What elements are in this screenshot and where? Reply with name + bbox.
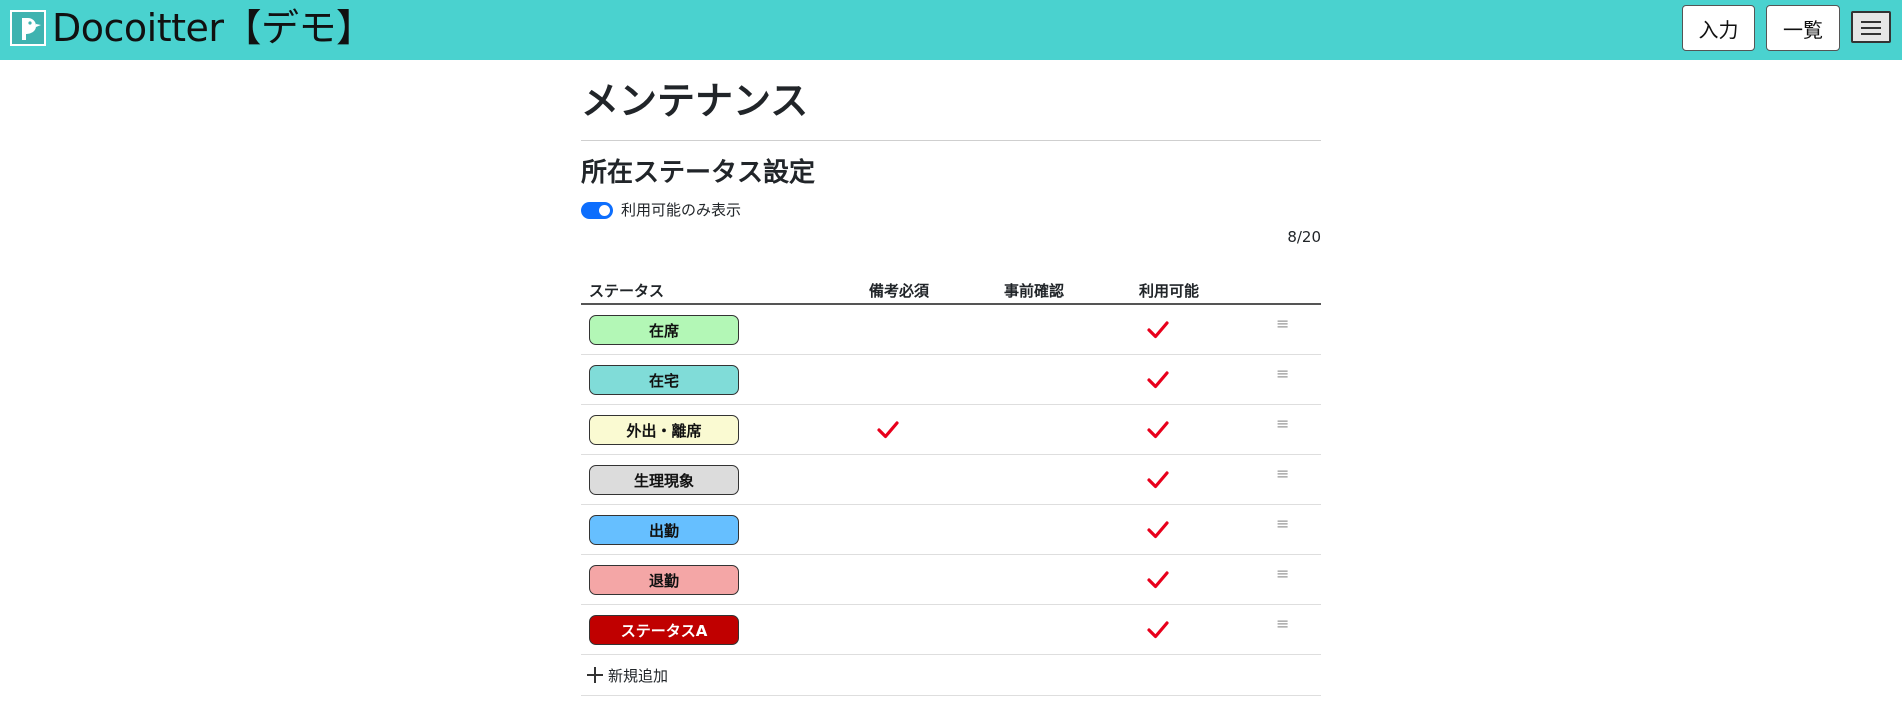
status-pill[interactable]: 在席 — [589, 315, 739, 345]
drag-handle-icon[interactable]: ≡ — [1276, 566, 1289, 582]
available-check-icon[interactable] — [1147, 619, 1169, 641]
divider — [581, 140, 1321, 141]
brand[interactable]: Docoitter【デモ】 — [10, 8, 374, 48]
status-pill[interactable]: 在宅 — [589, 365, 739, 395]
status-count: 8/20 — [1287, 228, 1321, 246]
drag-handle-icon[interactable]: ≡ — [1276, 516, 1289, 532]
plus-icon — [587, 667, 603, 683]
table-row: 生理現象 ≡ — [581, 455, 1321, 505]
remarks-required-check-icon[interactable] — [877, 419, 899, 441]
top-navbar: Docoitter【デモ】 入力 一覧 — [0, 0, 1902, 60]
add-new-label: 新規追加 — [608, 667, 669, 685]
table-row: ステータスA ≡ — [581, 605, 1321, 655]
brand-title: Docoitter【デモ】 — [52, 6, 374, 50]
status-table-body: 在席 ≡ 在宅 ≡ 外出・離席 ≡ 生理現象 ≡ 出勤 ≡ 退勤 ≡ ステータスA ≡ 新規追加 — [581, 305, 1321, 696]
available-only-label: 利用可能のみ表示 — [621, 201, 742, 219]
drag-handle-icon[interactable]: ≡ — [1276, 316, 1289, 332]
table-row: 退勤 ≡ — [581, 555, 1321, 605]
drag-handle-icon[interactable]: ≡ — [1276, 616, 1289, 632]
table-header: ステータス 備考必須 事前確認 利用可能 — [581, 273, 1321, 305]
list-button[interactable]: 一覧 — [1766, 5, 1840, 51]
available-only-toggle[interactable] — [581, 202, 613, 219]
status-pill[interactable]: 退勤 — [589, 565, 739, 595]
available-check-icon[interactable] — [1147, 369, 1169, 391]
available-check-icon[interactable] — [1147, 569, 1169, 591]
section-title: 所在ステータス設定 — [581, 158, 816, 188]
table-row: 外出・離席 ≡ — [581, 405, 1321, 455]
available-check-icon[interactable] — [1147, 519, 1169, 541]
status-pill[interactable]: 生理現象 — [589, 465, 739, 495]
available-check-icon[interactable] — [1147, 319, 1169, 341]
column-header-status: ステータス — [589, 282, 665, 300]
status-pill[interactable]: 外出・離席 — [589, 415, 739, 445]
status-pill[interactable]: ステータスA — [589, 615, 739, 645]
available-check-icon[interactable] — [1147, 419, 1169, 441]
table-row: 在席 ≡ — [581, 305, 1321, 355]
input-button[interactable]: 入力 — [1682, 5, 1755, 51]
column-header-remarks-required: 備考必須 — [869, 282, 930, 300]
drag-handle-icon[interactable]: ≡ — [1276, 416, 1289, 432]
drag-handle-icon[interactable]: ≡ — [1276, 466, 1289, 482]
column-header-available: 利用可能 — [1139, 282, 1200, 300]
hamburger-menu-icon[interactable] — [1851, 11, 1891, 43]
status-pill[interactable]: 出勤 — [589, 515, 739, 545]
drag-handle-icon[interactable]: ≡ — [1276, 366, 1289, 382]
add-new-status-button[interactable]: 新規追加 — [581, 655, 1321, 696]
toggle-knob — [599, 205, 610, 216]
table-row: 出勤 ≡ — [581, 505, 1321, 555]
available-check-icon[interactable] — [1147, 469, 1169, 491]
page-title: メンテナンス — [581, 79, 809, 123]
bird-logo-icon — [10, 10, 46, 46]
column-header-pre-confirm: 事前確認 — [1004, 282, 1065, 300]
table-row: 在宅 ≡ — [581, 355, 1321, 405]
